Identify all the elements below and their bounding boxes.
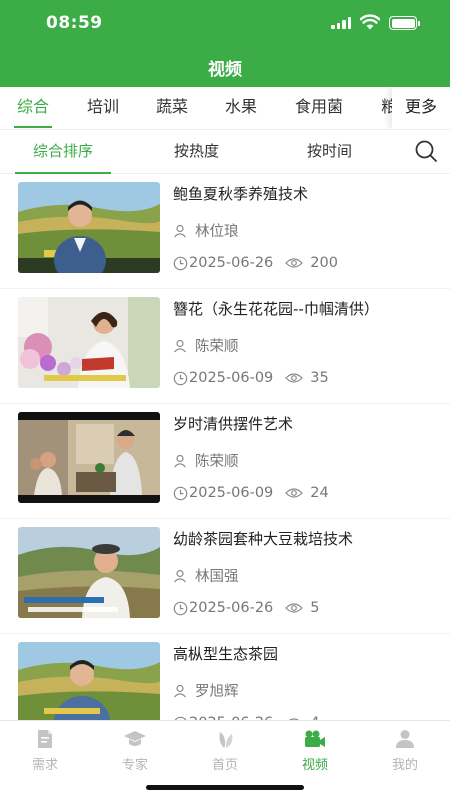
video-camera-icon — [305, 730, 325, 747]
tabbar-label: 需求 — [31, 758, 58, 773]
tabbar-item-video[interactable]: 视频 — [285, 727, 345, 773]
video-views: 200 — [310, 255, 338, 271]
video-meta: 2025-06-09 24 — [173, 485, 329, 501]
tabbar-item-demand[interactable]: 需求 — [15, 727, 75, 773]
sort-bar: 综合排序 按热度 按时间 — [0, 130, 450, 174]
video-item[interactable]: 岁时清供摆件艺术 陈荣顺 2025-06-09 24 — [0, 404, 450, 519]
video-thumbnail[interactable] — [18, 642, 160, 720]
video-views: 35 — [310, 370, 329, 386]
tabbar-item-home[interactable]: 首页 — [195, 727, 255, 773]
video-author: 陈荣顺 — [173, 450, 239, 471]
category-tabs: 综合 培训 蔬菜 水果 食用菌 粮 更多 — [0, 87, 450, 130]
demand-icon — [38, 730, 52, 748]
sort-by-popularity[interactable]: 按热度 — [174, 130, 219, 174]
video-thumbnail[interactable] — [18, 182, 160, 273]
video-title: 鲍鱼夏秋季养殖技术 — [173, 185, 309, 203]
battery-icon — [389, 16, 420, 30]
home-leaf-icon — [219, 732, 233, 748]
video-thumbnail[interactable] — [18, 412, 160, 503]
tabbar-label: 视频 — [301, 758, 328, 773]
author-icon — [174, 569, 186, 582]
author-icon — [174, 224, 186, 237]
tabbar-label: 专家 — [121, 758, 148, 773]
video-meta: 2025-06-09 35 — [173, 370, 329, 386]
views-eye-icon — [285, 258, 304, 268]
video-meta: 2025-06-26 200 — [173, 255, 338, 271]
tab-category-vegetables[interactable]: 蔬菜 — [156, 87, 188, 129]
video-author-name: 陈荣顺 — [195, 339, 239, 355]
video-author-name: 林国强 — [195, 569, 239, 585]
sort-by-time[interactable]: 按时间 — [307, 130, 352, 174]
video-views: 5 — [310, 600, 320, 616]
expert-icon — [124, 731, 146, 746]
video-title: 岁时清供摆件艺术 — [173, 415, 294, 433]
status-bar: 08:59 — [0, 0, 450, 44]
video-views: 24 — [310, 485, 329, 501]
more-categories-button[interactable]: 更多 — [392, 87, 450, 129]
video-item[interactable]: 鲍鱼夏秋季养殖技术 林位琅 2025-06-26 200 — [0, 174, 450, 289]
clock-icon — [173, 371, 188, 385]
app-header: 08:59 视频 — [0, 0, 450, 87]
search-icon[interactable] — [414, 139, 438, 163]
video-date: 2025-06-09 — [189, 485, 274, 501]
video-author: 林位琅 — [173, 220, 239, 241]
video-title: 簪花（永生花花园--巾帼清供） — [173, 300, 379, 318]
author-icon — [174, 339, 186, 352]
video-title: 幼龄茶园套种大豆栽培技术 — [173, 530, 354, 548]
tabbar-item-mine[interactable]: 我的 — [375, 727, 435, 773]
video-item[interactable]: 幼龄茶园套种大豆栽培技术 林国强 2025-06-26 5 — [0, 519, 450, 634]
video-item[interactable]: 高枞型生态茶园 罗旭辉 2025-06-26 4 — [0, 634, 450, 720]
video-author: 林国强 — [173, 565, 239, 586]
video-thumbnail[interactable] — [18, 297, 160, 388]
page-title: 视频 — [208, 60, 242, 80]
video-author-name: 罗旭辉 — [195, 684, 239, 700]
views-eye-icon — [285, 603, 304, 613]
video-item[interactable]: 簪花（永生花花园--巾帼清供） 陈荣顺 2025-06-09 35 — [0, 289, 450, 404]
video-author: 罗旭辉 — [173, 680, 239, 701]
video-author-name: 陈荣顺 — [195, 454, 239, 470]
video-date: 2025-06-26 — [189, 255, 274, 271]
views-eye-icon — [285, 373, 304, 383]
wifi-icon — [360, 14, 380, 30]
clock-icon — [173, 486, 188, 500]
tabbar-label: 首页 — [211, 758, 238, 773]
video-meta: 2025-06-26 5 — [173, 600, 320, 616]
status-time: 08:59 — [46, 13, 103, 33]
video-list: 鲍鱼夏秋季养殖技术 林位琅 2025-06-26 200 簪花（永生花花园--巾… — [0, 174, 450, 720]
video-date: 2025-06-09 — [189, 370, 274, 386]
video-thumbnail[interactable] — [18, 527, 160, 618]
author-icon — [174, 454, 186, 467]
video-author-name: 林位琅 — [195, 224, 239, 240]
tab-category-all[interactable]: 综合 — [13, 87, 53, 129]
tab-category-fungi[interactable]: 食用菌 — [295, 87, 343, 129]
clock-icon — [173, 256, 188, 270]
tab-category-fruit[interactable]: 水果 — [225, 87, 257, 129]
user-icon — [396, 730, 414, 748]
views-eye-icon — [285, 488, 304, 498]
cellular-signal-icon — [331, 17, 353, 29]
video-date: 2025-06-26 — [189, 600, 274, 616]
home-indicator — [146, 785, 304, 790]
tab-category-training[interactable]: 培训 — [87, 87, 119, 129]
tabbar-item-expert[interactable]: 专家 — [105, 727, 165, 773]
sort-comprehensive[interactable]: 综合排序 — [14, 130, 112, 174]
clock-icon — [173, 601, 188, 615]
video-author: 陈荣顺 — [173, 335, 239, 356]
author-icon — [174, 684, 186, 697]
video-title: 高枞型生态茶园 — [173, 645, 279, 663]
tabbar-label: 我的 — [391, 758, 418, 773]
